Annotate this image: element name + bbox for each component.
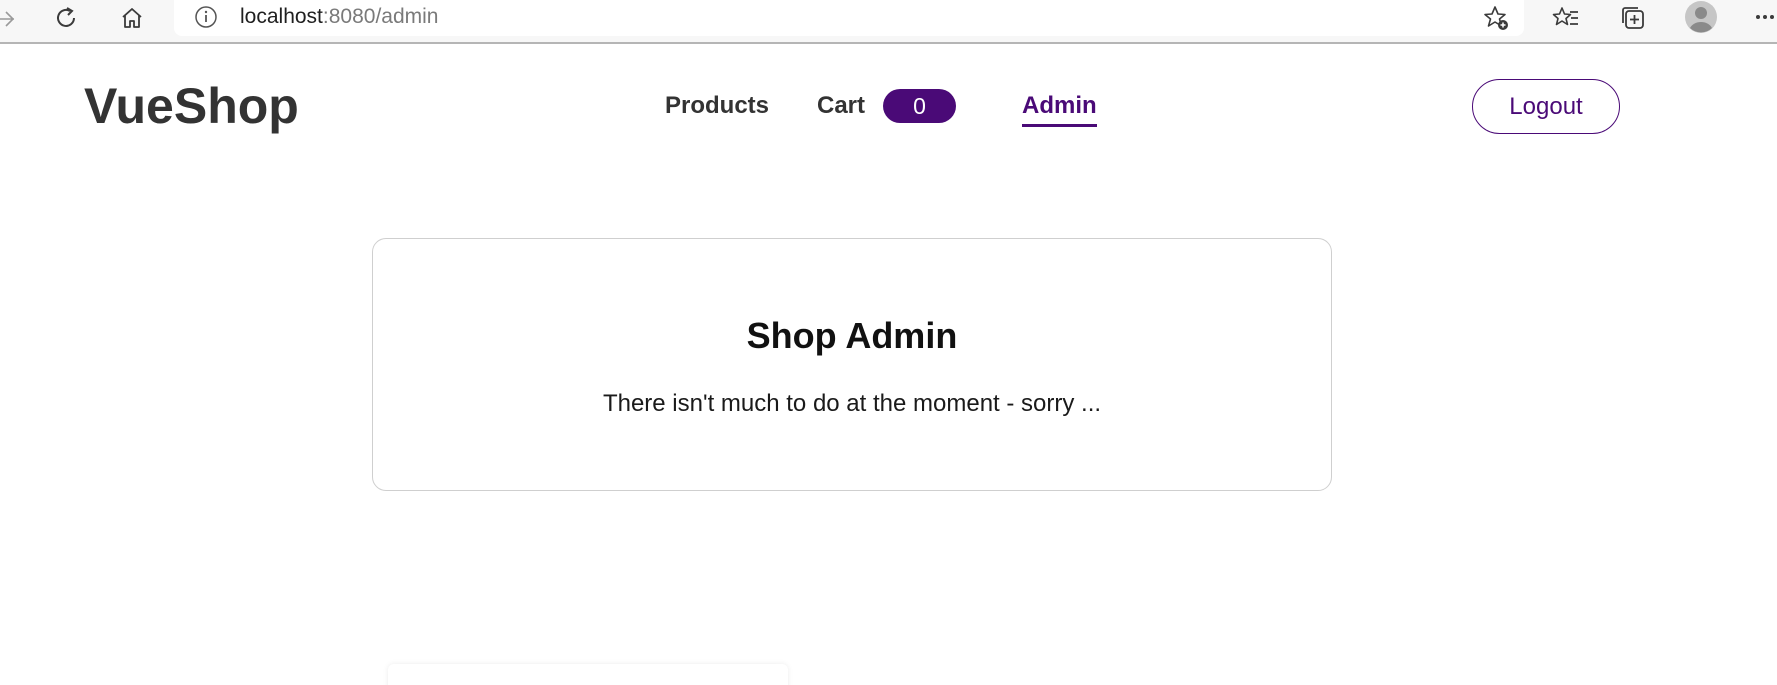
- refresh-icon[interactable]: [50, 2, 82, 34]
- home-icon[interactable]: [116, 2, 148, 34]
- browser-toolbar: localhost:8080/admin: [0, 0, 1777, 44]
- back-arrow-icon[interactable]: [0, 4, 18, 34]
- address-bar[interactable]: localhost:8080/admin: [174, 0, 1524, 36]
- browser-viewport: localhost:8080/admin VueShop Products Ca…: [0, 0, 1777, 685]
- site-info-icon[interactable]: [192, 3, 220, 31]
- logout-button[interactable]: Logout: [1472, 79, 1620, 134]
- profile-avatar-icon[interactable]: [1684, 0, 1718, 34]
- admin-card: Shop Admin There isn't much to do at the…: [372, 238, 1332, 491]
- favorites-icon[interactable]: [1550, 2, 1582, 34]
- nav-cart-link[interactable]: Cart: [817, 91, 865, 121]
- url-host: localhost: [240, 5, 323, 28]
- admin-message: There isn't much to do at the moment - s…: [602, 390, 1102, 417]
- app-logo[interactable]: VueShop: [84, 76, 299, 136]
- nav-products-link[interactable]: Products: [665, 91, 769, 121]
- nav-admin-link[interactable]: Admin: [1022, 91, 1097, 127]
- lower-card-edge: [388, 664, 788, 685]
- more-menu-icon[interactable]: [1752, 4, 1777, 28]
- cart-count-badge[interactable]: 0: [883, 89, 956, 123]
- collections-icon[interactable]: [1617, 2, 1649, 34]
- add-favorite-icon[interactable]: [1480, 2, 1512, 34]
- page-title: Shop Admin: [746, 315, 958, 356]
- url-path: :8080/admin: [322, 5, 439, 28]
- url-text[interactable]: localhost:8080/admin: [240, 4, 438, 30]
